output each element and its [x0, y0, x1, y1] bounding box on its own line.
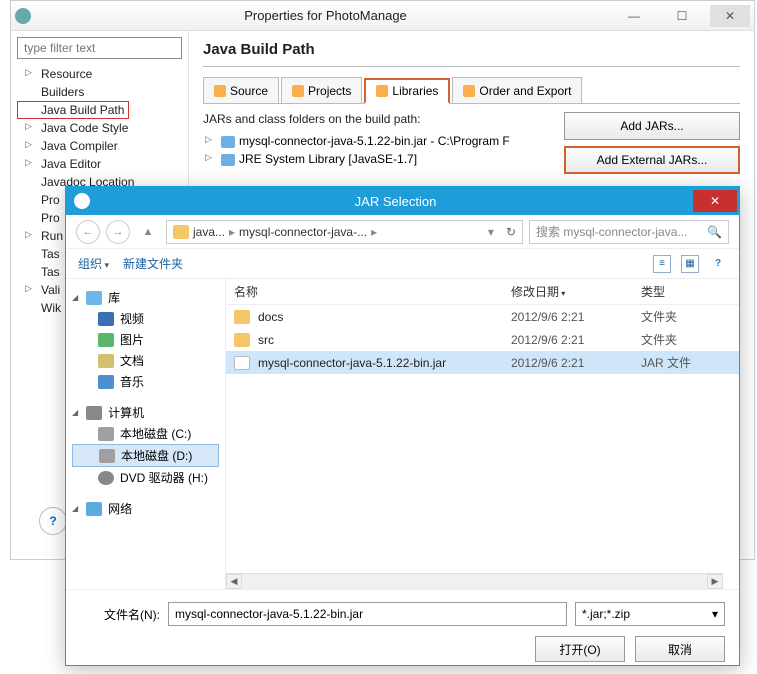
dvd-icon	[98, 471, 114, 485]
sidebar-pictures[interactable]: 图片	[72, 329, 219, 350]
pictures-icon	[98, 333, 114, 347]
sidebar-music[interactable]: 音乐	[72, 371, 219, 392]
search-icon: 🔍	[707, 225, 722, 239]
page-heading: Java Build Path	[203, 41, 740, 67]
sidebar-video[interactable]: 视频	[72, 308, 219, 329]
view-details-icon[interactable]: ▦	[681, 255, 699, 273]
window-title: Properties for PhotoManage	[37, 8, 614, 23]
minimize-button[interactable]: —	[614, 5, 654, 27]
col-type[interactable]: 类型	[641, 283, 731, 300]
tab-order-export[interactable]: Order and Export	[452, 77, 582, 103]
video-icon	[98, 312, 114, 326]
filename-label: 文件名(N):	[80, 606, 160, 623]
libraries-icon	[376, 85, 388, 97]
nav-bar: ← → ▲ java...▸ mysql-connector-java-...▸…	[66, 215, 739, 249]
folder-icon	[173, 225, 189, 239]
sidebar-drive-c[interactable]: 本地磁盘 (C:)	[72, 423, 219, 444]
file-row[interactable]: src2012/9/6 2:21文件夹	[226, 328, 739, 351]
add-external-jars-button[interactable]: Add External JARs...	[564, 146, 740, 174]
col-date[interactable]: 修改日期	[511, 283, 641, 300]
file-row[interactable]: docs2012/9/6 2:21文件夹	[226, 305, 739, 328]
tab-libraries[interactable]: Libraries	[364, 78, 450, 104]
drive-icon	[99, 449, 115, 463]
sidebar-network[interactable]: 网络	[72, 498, 219, 519]
tree-java-code-style[interactable]: Java Code Style	[17, 119, 182, 137]
file-filter-dropdown[interactable]: *.jar;*.zip▾	[575, 602, 725, 626]
sidebar: 库 视频 图片 文档 音乐 计算机 本地磁盘 (C:) 本地磁盘 (D:) DV…	[66, 279, 226, 589]
jar-selection-dialog: JAR Selection ✕ ← → ▲ java...▸ mysql-con…	[65, 186, 740, 666]
close-button[interactable]: ✕	[710, 5, 750, 27]
file-list: 名称 修改日期 类型 docs2012/9/6 2:21文件夹 src2012/…	[226, 279, 739, 589]
filename-input[interactable]	[168, 602, 567, 626]
tree-java-compiler[interactable]: Java Compiler	[17, 137, 182, 155]
tree-resource[interactable]: Resource	[17, 65, 182, 83]
computer-icon	[86, 406, 102, 420]
new-folder-button[interactable]: 新建文件夹	[123, 255, 183, 272]
music-icon	[98, 375, 114, 389]
properties-titlebar[interactable]: Properties for PhotoManage — ☐ ✕	[11, 1, 754, 31]
dialog-toolbar: 组织 新建文件夹 ≡ ▦ ?	[66, 249, 739, 279]
jar-icon	[221, 136, 235, 148]
organize-menu[interactable]: 组织	[78, 255, 109, 272]
folder-icon	[234, 310, 250, 324]
eclipse-icon	[15, 8, 31, 24]
tab-projects[interactable]: Projects	[281, 77, 362, 103]
sidebar-documents[interactable]: 文档	[72, 350, 219, 371]
documents-icon	[98, 354, 114, 368]
chevron-down-icon[interactable]: ▾	[488, 225, 494, 239]
help-button[interactable]: ?	[39, 507, 67, 535]
up-button[interactable]: ▲	[136, 220, 160, 244]
refresh-icon[interactable]: ↻	[506, 225, 516, 239]
tree-java-build-path[interactable]: Java Build Path	[17, 101, 129, 119]
cancel-button[interactable]: 取消	[635, 636, 725, 662]
add-jars-button[interactable]: Add JARs...	[564, 112, 740, 140]
network-icon	[86, 502, 102, 516]
chevron-down-icon: ▾	[712, 607, 718, 621]
projects-icon	[292, 85, 304, 97]
folder-icon	[234, 333, 250, 347]
file-row[interactable]: mysql-connector-java-5.1.22-bin.jar2012/…	[226, 351, 739, 374]
buildpath-label: JARs and class folders on the build path…	[203, 112, 552, 126]
library-row[interactable]: JRE System Library [JavaSE-1.7]	[203, 150, 552, 168]
eclipse-icon	[74, 193, 90, 209]
sidebar-drive-d[interactable]: 本地磁盘 (D:)	[72, 444, 219, 467]
library-icon	[86, 291, 102, 305]
jre-icon	[221, 154, 235, 166]
open-button[interactable]: 打开(O)	[535, 636, 625, 662]
sidebar-libraries[interactable]: 库	[72, 287, 219, 308]
order-icon	[463, 85, 475, 97]
source-icon	[214, 85, 226, 97]
tree-builders[interactable]: Builders	[17, 83, 182, 101]
maximize-button[interactable]: ☐	[662, 5, 702, 27]
forward-button[interactable]: →	[106, 220, 130, 244]
view-list-icon[interactable]: ≡	[653, 255, 671, 273]
back-button[interactable]: ←	[76, 220, 100, 244]
col-name[interactable]: 名称	[234, 283, 511, 300]
sidebar-computer[interactable]: 计算机	[72, 402, 219, 423]
tabs: Source Projects Libraries Order and Expo…	[203, 77, 740, 104]
library-row[interactable]: mysql-connector-java-5.1.22-bin.jar - C:…	[203, 132, 552, 150]
search-input[interactable]: 搜索 mysql-connector-java...🔍	[529, 220, 729, 244]
horizontal-scrollbar[interactable]: ◀▶	[226, 573, 723, 589]
dialog-title: JAR Selection	[98, 194, 693, 209]
sidebar-dvd[interactable]: DVD 驱动器 (H:)	[72, 467, 219, 488]
close-button[interactable]: ✕	[693, 190, 737, 212]
breadcrumb[interactable]: java...▸ mysql-connector-java-...▸ ▾ ↻	[166, 220, 523, 244]
drive-icon	[98, 427, 114, 441]
filter-input[interactable]	[17, 37, 182, 59]
tab-source[interactable]: Source	[203, 77, 279, 103]
help-icon[interactable]: ?	[709, 255, 727, 273]
tree-java-editor[interactable]: Java Editor	[17, 155, 182, 173]
jar-titlebar[interactable]: JAR Selection ✕	[66, 187, 739, 215]
jar-file-icon	[234, 356, 250, 370]
